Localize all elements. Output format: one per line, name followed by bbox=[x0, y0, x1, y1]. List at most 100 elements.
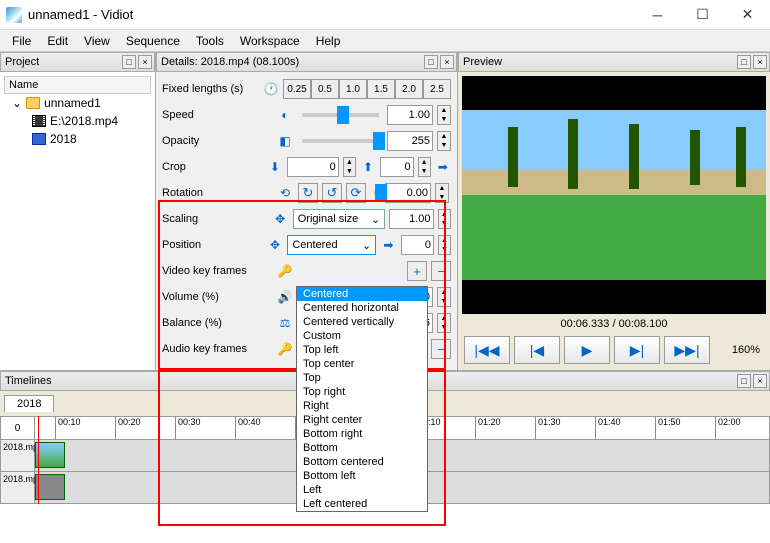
dropdown-option[interactable]: Bottom bbox=[297, 441, 427, 455]
goto-start-button[interactable]: |◀◀ bbox=[464, 336, 510, 364]
menu-edit[interactable]: Edit bbox=[39, 32, 76, 50]
vkey-add-button[interactable]: + bbox=[407, 261, 427, 281]
tree-item[interactable]: 2018 bbox=[4, 130, 151, 148]
fixlen-btn[interactable]: 0.25 bbox=[283, 79, 311, 99]
dropdown-option[interactable]: Bottom right bbox=[297, 427, 427, 441]
opacity-slider[interactable] bbox=[302, 139, 379, 143]
minimize-button[interactable]: ─ bbox=[635, 0, 680, 30]
clock-icon: 🕐 bbox=[263, 80, 279, 98]
akey-remove-button[interactable]: − bbox=[431, 339, 451, 359]
fixlen-btn[interactable]: 0.5 bbox=[311, 79, 339, 99]
rotation-value[interactable]: 0.00 bbox=[385, 183, 431, 203]
position-select[interactable]: Centered⌄ bbox=[287, 235, 376, 255]
dropdown-option[interactable]: Bottom centered bbox=[297, 455, 427, 469]
dropdown-option[interactable]: Bottom left bbox=[297, 469, 427, 483]
video-preview[interactable] bbox=[462, 76, 766, 314]
menu-file[interactable]: File bbox=[4, 32, 39, 50]
opacity-icon: ◧ bbox=[276, 132, 294, 150]
menu-help[interactable]: Help bbox=[308, 32, 349, 50]
dropdown-option[interactable]: Right bbox=[297, 399, 427, 413]
refresh-icon[interactable]: ⟲ bbox=[276, 184, 294, 202]
maximize-button[interactable]: ☐ bbox=[680, 0, 725, 30]
position-dropdown[interactable]: CenteredCentered horizontalCentered vert… bbox=[296, 286, 428, 512]
panel-max-icon[interactable]: □ bbox=[737, 374, 751, 388]
menu-view[interactable]: View bbox=[76, 32, 118, 50]
scaling-value[interactable]: 1.00 bbox=[389, 209, 433, 229]
scaling-spinner[interactable]: ▲▼ bbox=[438, 209, 452, 229]
fixed-length-buttons: 0.25 0.5 1.0 1.5 2.0 2.5 bbox=[283, 79, 451, 99]
balance-label: Balance (%) bbox=[162, 317, 272, 329]
close-button[interactable]: ✕ bbox=[725, 0, 770, 30]
video-frame bbox=[462, 110, 766, 280]
menu-workspace[interactable]: Workspace bbox=[232, 32, 308, 50]
opacity-value[interactable]: 255 bbox=[387, 131, 433, 151]
audio-clip[interactable] bbox=[35, 474, 65, 500]
panel-close-icon[interactable]: × bbox=[138, 55, 152, 69]
dropdown-option[interactable]: Top right bbox=[297, 385, 427, 399]
next-frame-button[interactable]: ▶| bbox=[614, 336, 660, 364]
vkey-remove-button[interactable]: − bbox=[431, 261, 451, 281]
position-spinner[interactable]: ▲▼ bbox=[438, 235, 451, 255]
dropdown-option[interactable]: Custom bbox=[297, 329, 427, 343]
rotation-slider[interactable] bbox=[374, 191, 377, 195]
tick-label: 01:20 bbox=[475, 417, 501, 439]
rotate-ccw-icon[interactable]: ↺ bbox=[322, 183, 342, 203]
crop-x-spinner[interactable]: ▲▼ bbox=[343, 157, 356, 177]
dropdown-option[interactable]: Top center bbox=[297, 357, 427, 371]
crop-y-spinner[interactable]: ▲▼ bbox=[418, 157, 431, 177]
preview-panel: Preview □× 00:06.333 / 00:08.100 |◀◀ |◀ … bbox=[458, 52, 770, 370]
fixlen-btn[interactable]: 1.0 bbox=[339, 79, 367, 99]
crop-x[interactable]: 0 bbox=[287, 157, 339, 177]
app-icon bbox=[6, 7, 22, 23]
panel-max-icon[interactable]: □ bbox=[737, 55, 751, 69]
menu-tools[interactable]: Tools bbox=[188, 32, 232, 50]
rotate-cw-icon[interactable]: ↻ bbox=[298, 183, 318, 203]
play-button[interactable]: ▶ bbox=[564, 336, 610, 364]
tree-column-name[interactable]: Name bbox=[4, 76, 151, 94]
dropdown-option[interactable]: Centered horizontal bbox=[297, 301, 427, 315]
key-icon: 🔑 bbox=[276, 262, 294, 280]
dropdown-option[interactable]: Top left bbox=[297, 343, 427, 357]
fixlen-btn[interactable]: 2.0 bbox=[395, 79, 423, 99]
dropdown-option[interactable]: Centered bbox=[297, 287, 427, 301]
scale-icon: ✥ bbox=[271, 210, 288, 228]
chevron-down-icon: ⌄ bbox=[371, 213, 380, 226]
dropdown-option[interactable]: Top bbox=[297, 371, 427, 385]
prev-frame-button[interactable]: |◀ bbox=[514, 336, 560, 364]
menu-sequence[interactable]: Sequence bbox=[118, 32, 188, 50]
timeline-title: Timelines bbox=[5, 375, 52, 387]
fixlen-btn[interactable]: 2.5 bbox=[423, 79, 451, 99]
panel-max-icon[interactable]: □ bbox=[424, 55, 438, 69]
rotate-reset-icon[interactable]: ⟳ bbox=[346, 183, 366, 203]
speed-slider[interactable] bbox=[302, 113, 379, 117]
crop-y[interactable]: 0 bbox=[380, 157, 413, 177]
balance-spinner[interactable]: ▲▼ bbox=[437, 313, 451, 333]
fixlen-btn[interactable]: 1.5 bbox=[367, 79, 395, 99]
timeline-tab[interactable]: 2018 bbox=[4, 395, 54, 412]
goto-end-button[interactable]: ▶▶| bbox=[664, 336, 710, 364]
project-header: Project □× bbox=[0, 52, 155, 72]
volume-spinner[interactable]: ▲▼ bbox=[437, 287, 451, 307]
speed-spinner[interactable]: ▲▼ bbox=[437, 105, 451, 125]
tree-item[interactable]: E:\2018.mp4 bbox=[4, 112, 151, 130]
tree-root[interactable]: ⌄ unnamed1 bbox=[4, 94, 151, 112]
position-x[interactable]: 0 bbox=[401, 235, 434, 255]
arrow-right-icon: ➡ bbox=[380, 236, 397, 254]
video-clip[interactable] bbox=[35, 442, 65, 468]
dropdown-option[interactable]: Left bbox=[297, 483, 427, 497]
panel-max-icon[interactable]: □ bbox=[122, 55, 136, 69]
scaling-select[interactable]: Original size⌄ bbox=[293, 209, 385, 229]
rotation-spinner[interactable]: ▲▼ bbox=[435, 183, 449, 203]
playhead[interactable] bbox=[38, 416, 39, 504]
dropdown-option[interactable]: Right center bbox=[297, 413, 427, 427]
panel-close-icon[interactable]: × bbox=[753, 55, 767, 69]
collapse-icon[interactable]: ⌄ bbox=[12, 96, 22, 110]
dropdown-option[interactable]: Left centered bbox=[297, 497, 427, 511]
tick-label: 01:50 bbox=[655, 417, 681, 439]
speed-value[interactable]: 1.00 bbox=[387, 105, 433, 125]
dropdown-option[interactable]: Centered vertically bbox=[297, 315, 427, 329]
ruler-origin: 0 bbox=[1, 417, 35, 439]
opacity-spinner[interactable]: ▲▼ bbox=[437, 131, 451, 151]
panel-close-icon[interactable]: × bbox=[753, 374, 767, 388]
panel-close-icon[interactable]: × bbox=[440, 55, 454, 69]
